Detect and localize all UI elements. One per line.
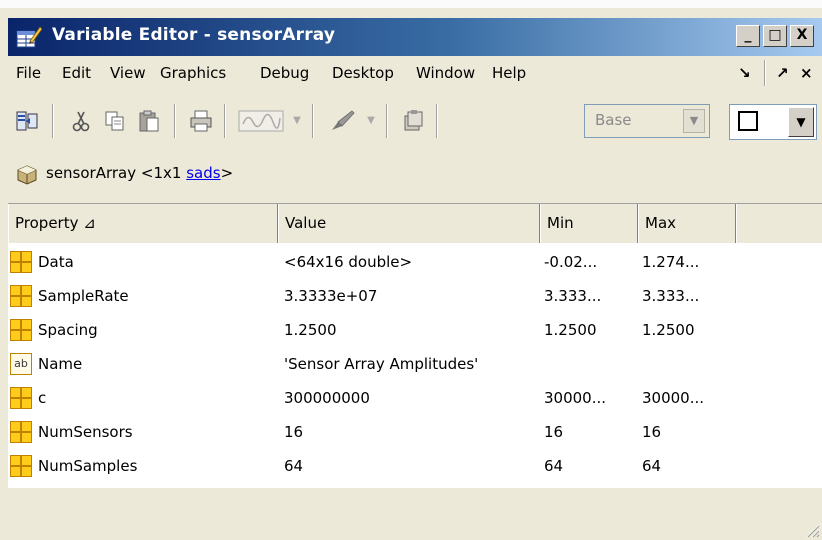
chevron-down-icon[interactable]: ▼ — [683, 109, 705, 133]
window-top-frame — [0, 0, 822, 8]
brush-icon[interactable] — [326, 108, 356, 134]
cell-value[interactable]: 300000000 — [284, 381, 370, 415]
menu-help[interactable]: Help — [492, 64, 526, 82]
matrix-icon — [10, 421, 32, 443]
string-icon: ab — [10, 353, 32, 375]
maximize-button[interactable]: □ — [763, 25, 787, 47]
plot-icon[interactable] — [238, 108, 284, 134]
cut-icon[interactable] — [68, 108, 94, 134]
cell-value[interactable]: 1.2500 — [284, 313, 337, 347]
path-suffix: > — [220, 164, 234, 182]
toolbar-separator — [312, 104, 314, 138]
table-row[interactable]: Spacing 1.2500 1.2500 1.2500 — [8, 313, 822, 347]
stack-icon[interactable] — [400, 108, 426, 134]
cell-min: 1.2500 — [544, 321, 597, 339]
menu-graphics[interactable]: Graphics — [160, 64, 226, 82]
table-row[interactable]: SampleRate 3.3333e+07 3.333... 3.333... — [8, 279, 822, 313]
menu-debug[interactable]: Debug — [260, 64, 309, 82]
menu-separator — [764, 60, 766, 86]
cell-value[interactable]: <64x16 double> — [284, 245, 412, 279]
object-icon — [17, 165, 37, 185]
class-link[interactable]: sads — [186, 164, 220, 182]
cell-min: 3.333... — [544, 287, 602, 305]
column-header-value[interactable]: Value — [278, 204, 540, 244]
matrix-icon — [10, 319, 32, 341]
cell-max: 1.2500 — [642, 321, 695, 339]
menu-desktop[interactable]: Desktop — [332, 64, 394, 82]
table-row[interactable]: Data <64x16 double> -0.02... 1.274... — [8, 245, 822, 279]
cell-property: Data — [38, 253, 74, 271]
dock-icon[interactable]: ↘ — [738, 64, 751, 82]
close-button[interactable]: X — [790, 25, 814, 47]
base-label: Base — [595, 111, 632, 129]
variable-path: sensorArray <1x1 sads> — [46, 164, 233, 182]
menu-window[interactable]: Window — [416, 64, 475, 82]
minimize-button[interactable]: _ — [736, 25, 760, 47]
cell-property: Spacing — [38, 321, 98, 339]
table-row[interactable]: NumSamples 64 64 64 — [8, 449, 822, 483]
column-header-property[interactable]: Property ⊿ — [8, 204, 278, 244]
menu-bar: File Edit View Graphics Debug Desktop Wi… — [8, 58, 822, 90]
plot-dropdown-icon[interactable]: ▼ — [290, 108, 304, 134]
brush-dropdown-icon[interactable]: ▼ — [364, 108, 378, 134]
table-row[interactable]: c 300000000 30000... 30000... — [8, 381, 822, 415]
cell-property: NumSensors — [38, 423, 133, 441]
column-header-empty — [736, 204, 822, 244]
cell-property: NumSamples — [38, 457, 138, 475]
matrix-icon — [10, 285, 32, 307]
square-icon — [738, 111, 758, 131]
toolbar-separator — [386, 104, 388, 138]
column-header-min[interactable]: Min — [540, 204, 638, 244]
print-icon[interactable] — [188, 108, 214, 134]
copy-icon[interactable] — [102, 108, 128, 134]
table-body: Data <64x16 double> -0.02... 1.274... Sa… — [8, 243, 822, 488]
menu-edit[interactable]: Edit — [62, 64, 91, 82]
cell-value[interactable]: 'Sensor Array Amplitudes' — [284, 347, 478, 381]
column-header-max[interactable]: Max — [638, 204, 736, 244]
import-icon[interactable] — [14, 108, 40, 134]
cell-max: 16 — [642, 423, 662, 441]
table-header: Property ⊿ Value Min Max — [8, 203, 822, 244]
menu-view[interactable]: View — [110, 64, 146, 82]
toolbar-separator — [224, 104, 226, 138]
matrix-icon — [10, 387, 32, 409]
cell-min: 16 — [544, 423, 564, 441]
matrix-icon — [10, 251, 32, 273]
variable-editor-icon — [16, 26, 42, 48]
cell-property: Name — [38, 355, 83, 373]
title-bar[interactable]: Variable Editor - sensorArray _ □ X — [8, 18, 822, 56]
matrix-icon — [10, 455, 32, 477]
cell-min: -0.02... — [544, 253, 598, 271]
cell-property: SampleRate — [38, 287, 129, 305]
cell-max: 1.274... — [642, 253, 700, 271]
cell-value[interactable]: 16 — [284, 415, 303, 449]
variable-size: <1x1 — [140, 164, 182, 182]
workspace-base-dropdown[interactable]: Base ▼ — [584, 104, 710, 138]
cell-max: 3.333... — [642, 287, 700, 305]
toolbar-separator — [174, 104, 176, 138]
paste-icon[interactable] — [136, 108, 162, 134]
toolbar-separator — [436, 104, 438, 138]
table-row[interactable]: ab Name 'Sensor Array Amplitudes' — [8, 347, 822, 381]
cell-max: 30000... — [642, 389, 705, 407]
variable-editor-window: Variable Editor - sensorArray _ □ X File… — [0, 0, 822, 540]
cell-min: 30000... — [544, 389, 607, 407]
table-row[interactable]: NumSensors 16 16 16 — [8, 415, 822, 449]
empty-area — [8, 488, 822, 540]
toolbar-separator — [52, 104, 54, 138]
variable-path-bar: sensorArray <1x1 sads> — [8, 158, 822, 192]
cell-value[interactable]: 3.3333e+07 — [284, 279, 377, 313]
menu-file[interactable]: File — [16, 64, 41, 82]
cell-max: 64 — [642, 457, 662, 475]
chevron-down-icon[interactable]: ▼ — [788, 107, 814, 137]
cell-value[interactable]: 64 — [284, 449, 303, 483]
cell-min: 64 — [544, 457, 564, 475]
cell-property: c — [38, 389, 47, 407]
display-mode-dropdown[interactable]: ▼ — [729, 104, 817, 140]
undock-icon[interactable]: ↗ — [776, 64, 789, 82]
close-document-icon[interactable]: × — [800, 64, 813, 82]
resize-grip-icon[interactable] — [802, 520, 820, 538]
variable-name: sensorArray — [46, 164, 137, 182]
window-title: Variable Editor - sensorArray — [52, 25, 336, 45]
